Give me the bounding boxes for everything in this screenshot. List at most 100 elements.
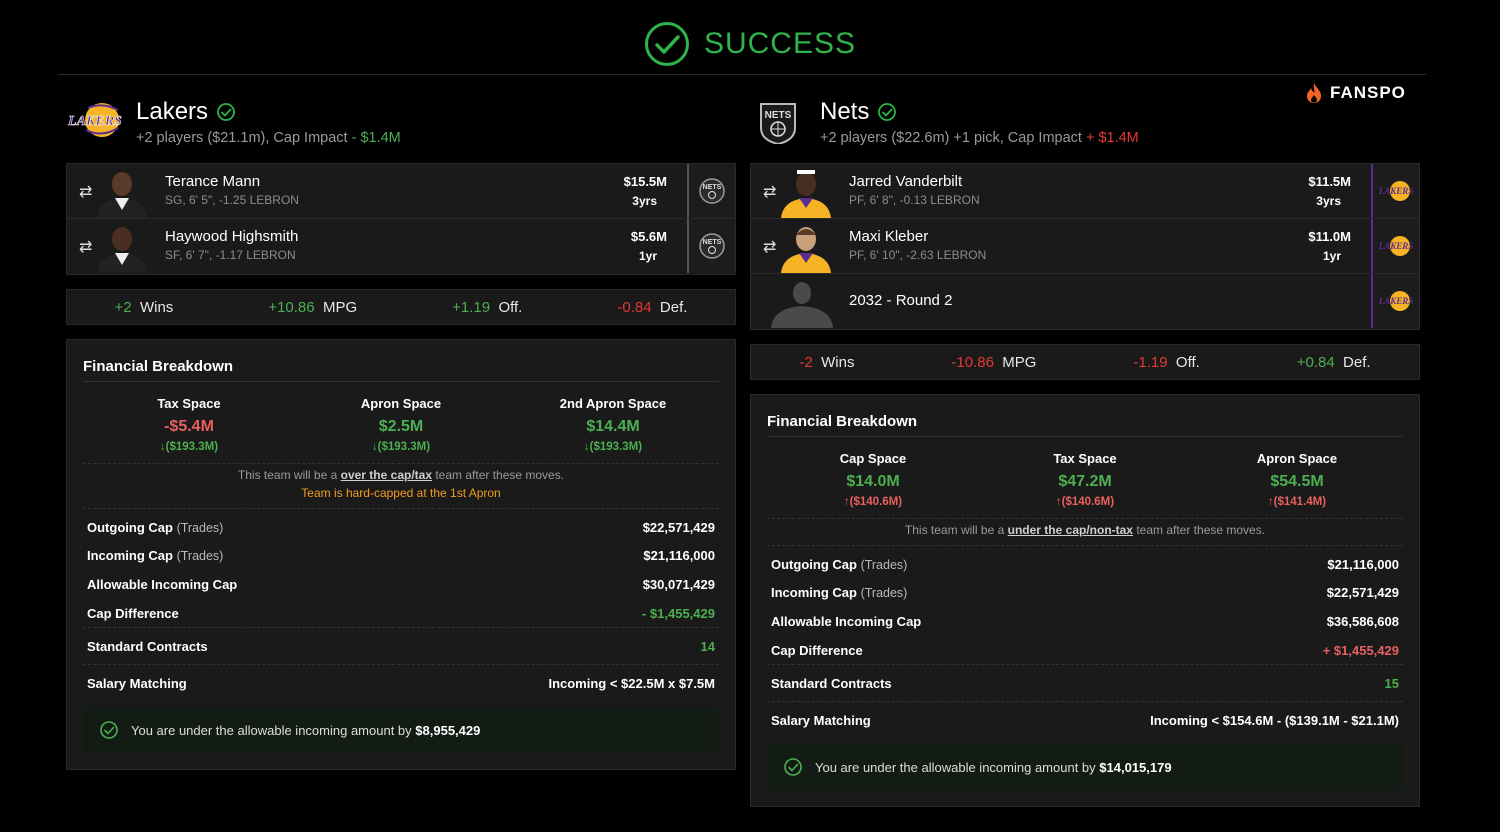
success-check-icon xyxy=(644,22,689,66)
check-circle-icon xyxy=(784,758,802,777)
wins-stat: +2 Wins xyxy=(114,298,174,316)
mpg-stat: +10.86 MPG xyxy=(268,298,358,316)
nets-team-name: Nets xyxy=(820,98,897,126)
draft-pick-row[interactable]: 2032 - Round 2 LAKERS xyxy=(751,274,1419,329)
player-salary: $15.5M xyxy=(623,174,667,189)
nets-summary-text: +2 players ($22.6m) +1 pick, Cap Impact xyxy=(820,130,1082,146)
player-row[interactable]: ⇄ Maxi Kleber PF, 6' 10", -2.63 LEBRON $… xyxy=(751,219,1419,274)
player-salary: $11.5M xyxy=(1308,174,1351,189)
cap-status-link[interactable]: under the cap/non-tax xyxy=(1008,523,1133,537)
nets-summary: +2 players ($22.6m) +1 pick, Cap Impact … xyxy=(820,130,1139,146)
cap-rows: Outgoing Cap (Trades) $21,116,000 Incomi… xyxy=(767,545,1403,738)
player-photo xyxy=(97,172,147,218)
lakers-summary: +2 players ($21.1m), Cap Impact - $1.4M xyxy=(136,130,401,146)
second-apron-space: 2nd Apron Space $14.4M ↓($193.3M) xyxy=(559,396,667,453)
player-salary: $11.0M xyxy=(1308,229,1351,244)
lakers-panel: LAKERS Lakers +2 players ($21.1m), Cap I… xyxy=(66,94,736,771)
outgoing-cap-row: Outgoing Cap (Trades) $22,571,429 xyxy=(87,519,715,535)
player-name: Terance Mann xyxy=(165,173,261,190)
salary-matching-row: Salary Matching Incoming < $22.5M x $7.5… xyxy=(83,664,719,701)
cap-difference-row: Cap Difference - $1,455,429 xyxy=(87,605,715,621)
space-summary: Cap Space $14.0M ↑($140.6M) Tax Space $4… xyxy=(767,437,1403,519)
swap-icon: ⇄ xyxy=(79,184,93,201)
def-stat: -0.84 Def. xyxy=(617,298,688,316)
lakers-outgoing-players: ⇄ Terance Mann SG, 6' 5", -1.25 LEBRON $… xyxy=(66,163,736,275)
player-meta: SG, 6' 5", -1.25 LEBRON xyxy=(165,193,299,207)
player-salary: $5.6M xyxy=(630,229,667,244)
cap-status-link[interactable]: over the cap/tax xyxy=(341,468,432,482)
standard-contracts-row: Standard Contracts 15 xyxy=(767,664,1403,701)
lakers-impact-stats: +2 Wins +10.86 MPG +1.19 Off. -0.84 Def. xyxy=(66,289,736,325)
cap-rows: Outgoing Cap (Trades) $22,571,429 Incomi… xyxy=(83,508,719,701)
player-row[interactable]: ⇄ Jarred Vanderbilt PF, 6' 8", -0.13 LEB… xyxy=(751,164,1419,219)
mpg-stat: -10.86 MPG xyxy=(951,353,1037,371)
cap-status-note: This team will be a over the cap/tax tea… xyxy=(237,468,565,482)
player-name: Jarred Vanderbilt xyxy=(849,173,963,190)
nets-name-text: Nets xyxy=(820,98,870,125)
destination-nets: NETS xyxy=(687,164,735,218)
svg-text:LAKERS: LAKERS xyxy=(67,114,122,129)
nets-outgoing-players: ⇄ Jarred Vanderbilt PF, 6' 8", -0.13 LEB… xyxy=(750,163,1420,330)
allowable-incoming-banner: You are under the allowable incoming amo… xyxy=(767,744,1403,791)
cap-status-note: This team will be a under the cap/non-ta… xyxy=(904,523,1266,537)
tax-space: Tax Space $47.2M ↑($140.6M) xyxy=(1053,451,1117,508)
def-stat: +0.84 Def. xyxy=(1296,353,1371,371)
wins-stat: -2 Wins xyxy=(799,353,855,371)
player-years: 3yrs xyxy=(632,194,657,208)
svg-text:LAKERS: LAKERS xyxy=(1378,186,1414,196)
verified-check-icon xyxy=(217,103,235,121)
destination-lakers: LAKERS xyxy=(1371,274,1419,328)
player-years: 1yr xyxy=(1322,249,1341,263)
lakers-cap-impact: - $1.4M xyxy=(351,130,401,146)
tax-space: Tax Space -$5.4M ↓($193.3M) xyxy=(157,396,221,453)
lakers-name-text: Lakers xyxy=(136,98,209,125)
nets-header: NETS Nets +2 players ($22.6m) +1 pick, C… xyxy=(750,94,1420,160)
cap-space: Cap Space $14.0M ↑($140.6M) xyxy=(839,451,907,508)
apron-space: Apron Space $54.5M ↑($141.4M) xyxy=(1256,451,1338,508)
lakers-logo: LAKERS xyxy=(1378,236,1414,256)
standard-contracts-row: Standard Contracts 14 xyxy=(83,627,719,664)
allowable-incoming-row: Allowable Incoming Cap $30,071,429 xyxy=(87,576,715,592)
financial-title: Financial Breakdown xyxy=(767,395,1403,437)
player-silhouette-icon xyxy=(771,282,833,328)
success-title: SUCCESS xyxy=(703,27,857,60)
allowable-incoming-row: Allowable Incoming Cap $36,586,608 xyxy=(771,613,1399,629)
cap-difference-row: Cap Difference + $1,455,429 xyxy=(771,642,1399,658)
nets-impact-stats: -2 Wins -10.86 MPG -1.19 Off. +0.84 Def. xyxy=(750,344,1420,380)
svg-text:NETS: NETS xyxy=(703,184,722,191)
verified-check-icon xyxy=(878,103,897,121)
svg-text:NETS: NETS xyxy=(703,239,722,246)
nets-logo: NETS xyxy=(699,233,725,259)
player-meta: SF, 6' 7", -1.17 LEBRON xyxy=(165,248,296,262)
player-row[interactable]: ⇄ Haywood Highsmith SF, 6' 7", -1.17 LEB… xyxy=(67,219,735,274)
player-meta: PF, 6' 10", -2.63 LEBRON xyxy=(849,248,987,262)
off-stat: +1.19 Off. xyxy=(452,298,523,316)
incoming-cap-row: Incoming Cap (Trades) $21,116,000 xyxy=(87,548,715,564)
incoming-cap-row: Incoming Cap (Trades) $22,571,429 xyxy=(771,585,1399,601)
lakers-logo: LAKERS xyxy=(1378,181,1414,201)
nets-financial-breakdown: Financial Breakdown Cap Space $14.0M ↑($… xyxy=(750,394,1420,808)
lakers-logo: LAKERS xyxy=(1378,291,1414,311)
nets-logo: NETS xyxy=(760,103,796,144)
check-circle-icon xyxy=(100,721,118,740)
nets-cap-impact: + $1.4M xyxy=(1085,130,1139,146)
svg-text:LAKERS: LAKERS xyxy=(1378,296,1414,306)
lakers-summary-text: +2 players ($21.1m), Cap Impact xyxy=(136,130,348,146)
space-summary: Tax Space -$5.4M ↓($193.3M) Apron Space … xyxy=(83,382,719,464)
lakers-logo: LAKERS xyxy=(67,103,122,137)
success-header: SUCCESS xyxy=(0,18,1500,70)
allowable-incoming-banner: You are under the allowable incoming amo… xyxy=(83,707,719,754)
lakers-team-name: Lakers xyxy=(136,98,236,126)
player-name: Maxi Kleber xyxy=(849,228,929,245)
nets-panel: NETS Nets +2 players ($22.6m) +1 pick, C… xyxy=(750,94,1420,808)
header-divider xyxy=(58,74,1426,75)
destination-nets: NETS xyxy=(687,219,735,273)
destination-lakers: LAKERS xyxy=(1371,164,1419,218)
player-years: 1yr xyxy=(638,249,657,263)
player-row[interactable]: ⇄ Terance Mann SG, 6' 5", -1.25 LEBRON $… xyxy=(67,164,735,219)
player-photo xyxy=(781,170,831,218)
off-stat: -1.19 Off. xyxy=(1133,353,1200,371)
hard-cap-warning: Team is hard-capped at the 1st Apron xyxy=(301,486,501,500)
svg-text:LAKERS: LAKERS xyxy=(1378,241,1414,251)
financial-title: Financial Breakdown xyxy=(83,340,719,382)
